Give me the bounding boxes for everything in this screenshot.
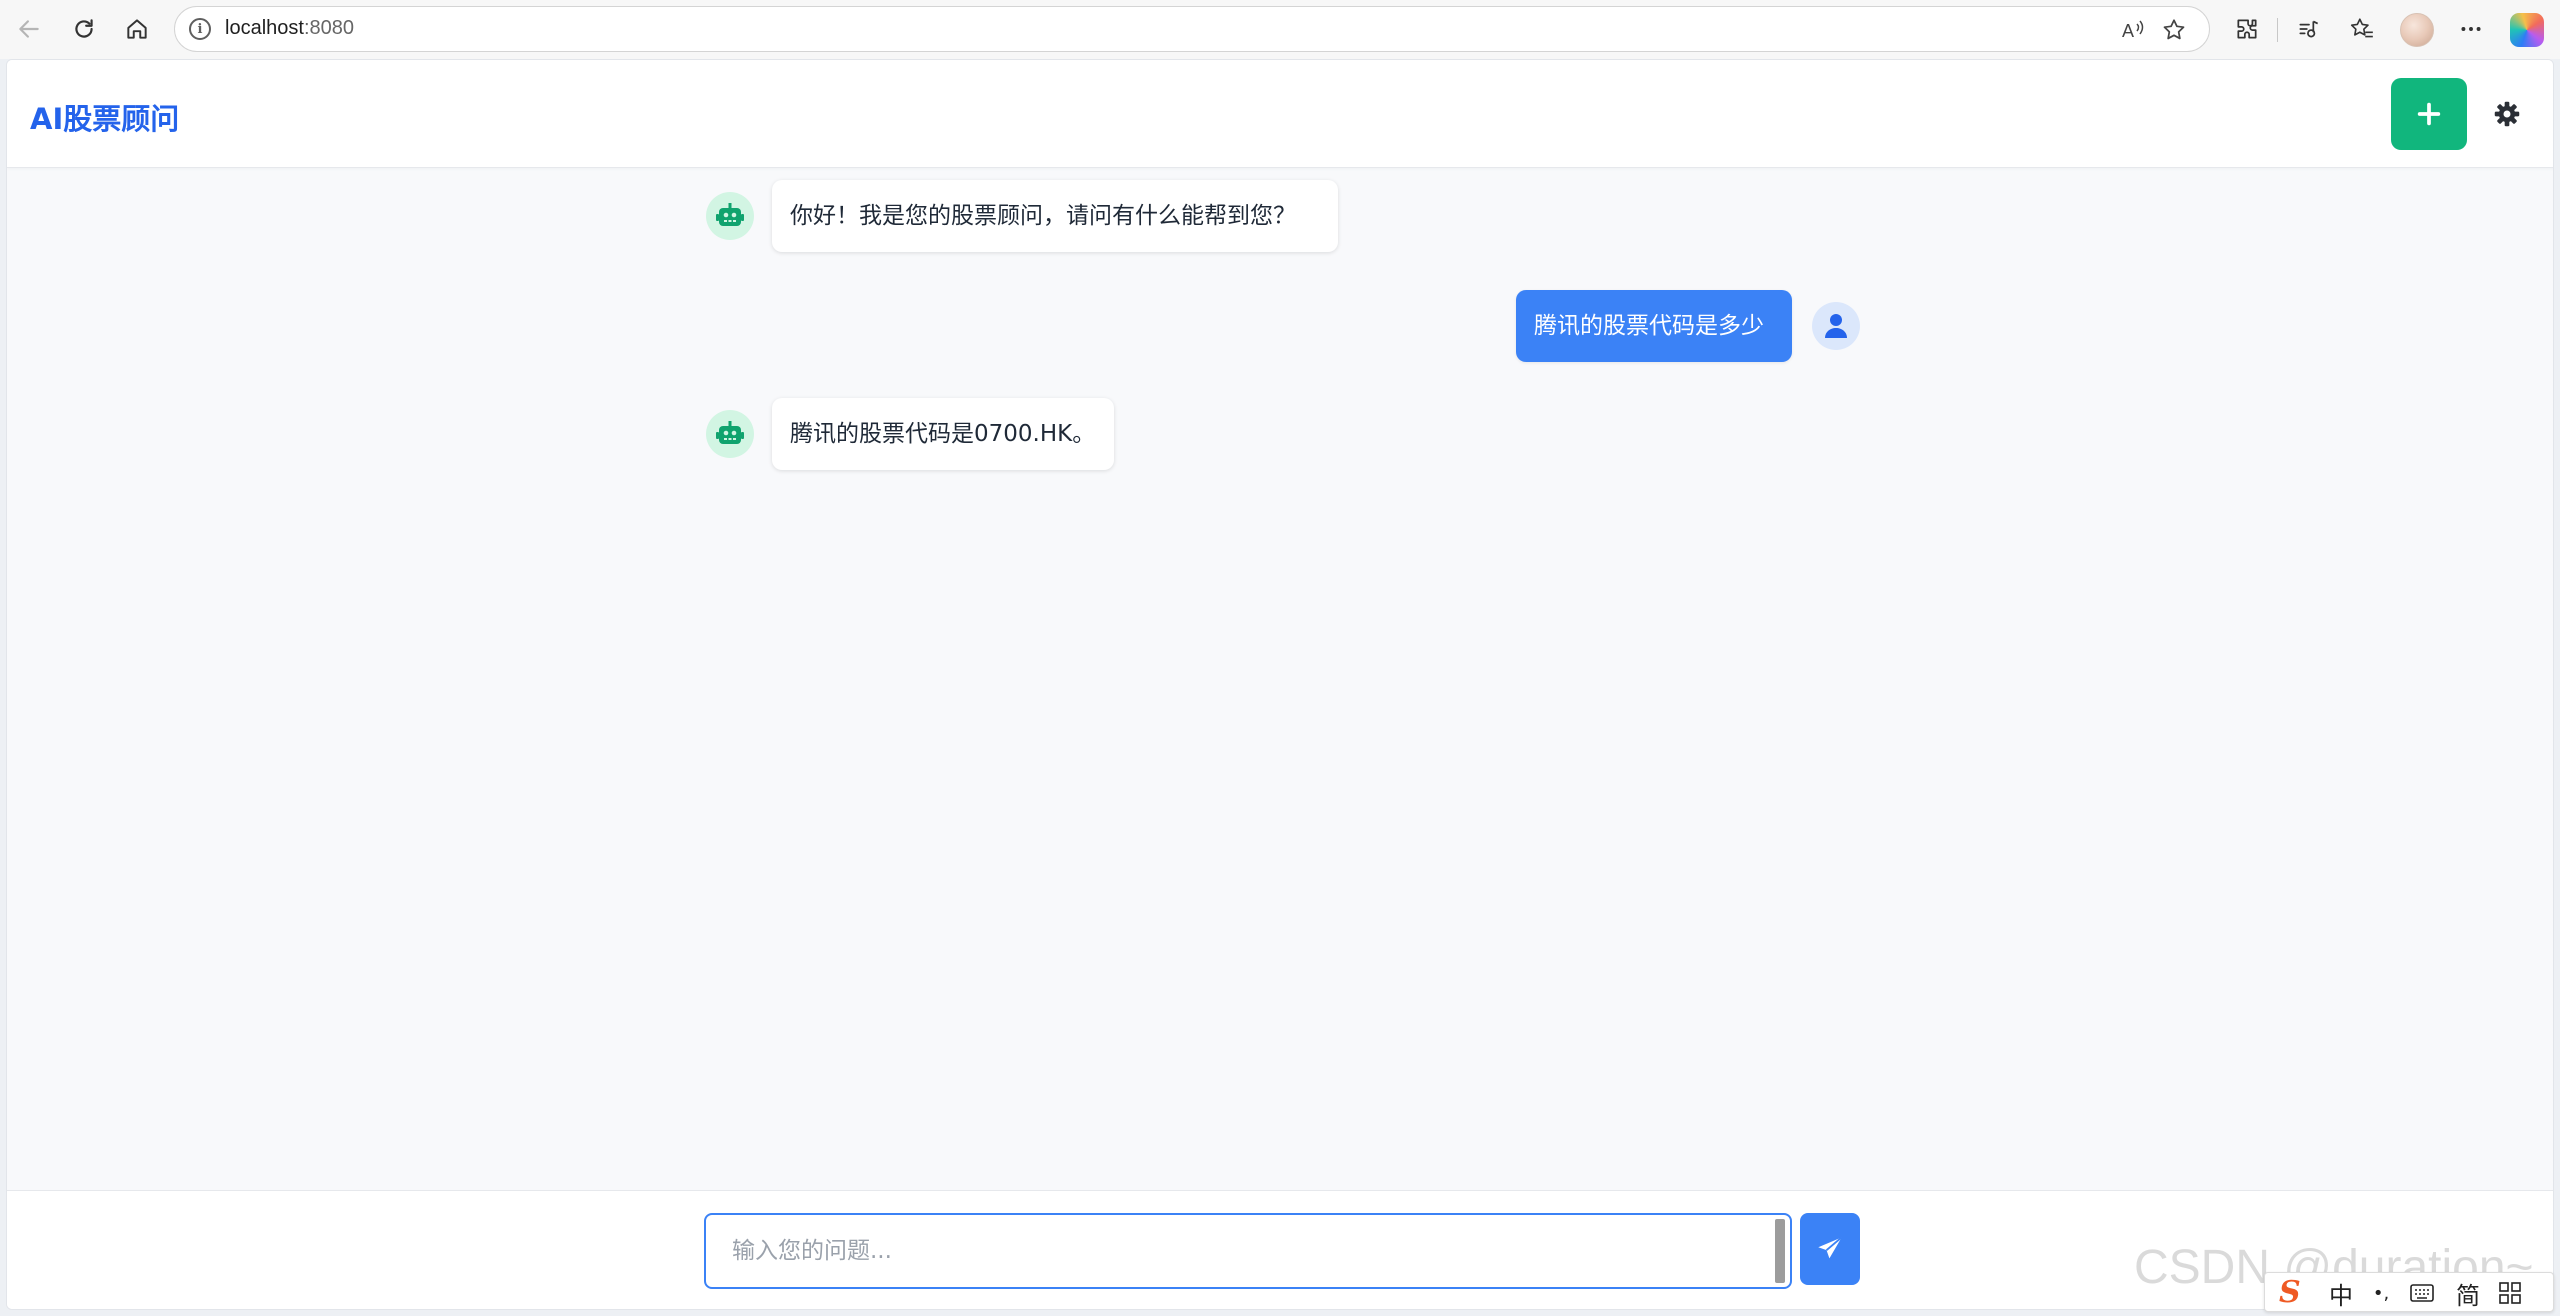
gear-icon [2494, 101, 2520, 127]
ime-menu-button[interactable] [2493, 1277, 2527, 1309]
browser-toolbar: i localhost:8080 A [0, 0, 2560, 59]
input-scrollbar[interactable] [1775, 1219, 1785, 1283]
settings-button[interactable] [2489, 96, 2525, 132]
app-window: AI股票顾问 你好！我是您的股票顾问，请问有什么能帮到您？ 腾讯的股票代码是多少… [6, 59, 2554, 1310]
send-button[interactable] [1800, 1213, 1860, 1285]
robot-icon [716, 421, 744, 444]
svg-text:A: A [2122, 21, 2134, 41]
ime-punctuation[interactable]: •, [2365, 1277, 2397, 1309]
home-button[interactable] [116, 8, 158, 50]
user-avatar [1812, 302, 1860, 350]
reload-button[interactable] [63, 8, 105, 50]
more-button[interactable] [2452, 10, 2490, 48]
media-control-button[interactable] [2290, 10, 2328, 48]
profile-avatar[interactable] [2400, 13, 2434, 47]
address-url[interactable]: localhost:8080 [225, 17, 354, 40]
ime-toolbar[interactable]: S 中 •, 简 [2264, 1272, 2554, 1312]
ime-logo[interactable]: S [2279, 1275, 2301, 1310]
ime-script[interactable]: 简 [2451, 1277, 2485, 1310]
grid-icon [2499, 1282, 2521, 1304]
copilot-icon[interactable] [2510, 13, 2544, 47]
user-message: 腾讯的股票代码是多少 [1516, 290, 1792, 362]
chat-input[interactable] [704, 1213, 1792, 1289]
new-chat-button[interactable] [2391, 78, 2467, 150]
toolbar-separator [2277, 18, 2278, 42]
address-bar[interactable]: i localhost:8080 A [174, 6, 2210, 52]
keyboard-icon [2410, 1284, 2434, 1302]
extensions-button[interactable] [2228, 10, 2266, 48]
favorites-icon [2350, 18, 2373, 38]
media-control-icon [2299, 20, 2319, 38]
favorite-star-icon [2163, 19, 2185, 40]
plus-icon [2417, 102, 2441, 126]
ime-keyboard-button[interactable] [2405, 1277, 2439, 1309]
extensions-icon [2237, 19, 2257, 39]
read-aloud-icon: A [2122, 20, 2144, 41]
favorites-button[interactable] [2343, 10, 2381, 48]
reload-icon [75, 19, 93, 38]
url-port: :8080 [303, 17, 354, 39]
chat-area: 你好！我是您的股票顾问，请问有什么能帮到您？ 腾讯的股票代码是多少 腾讯的股票代… [7, 168, 2553, 1250]
favorite-button[interactable] [2160, 16, 2188, 44]
read-aloud-button[interactable]: A [2120, 16, 2148, 44]
bot-avatar [706, 410, 754, 458]
app-title: AI股票顾问 [30, 102, 180, 136]
user-icon [1825, 314, 1847, 338]
more-icon [2461, 27, 2481, 31]
url-host: localhost [225, 17, 304, 39]
paper-plane-icon [1818, 1236, 1843, 1259]
bot-avatar [706, 192, 754, 240]
home-icon [127, 19, 147, 39]
back-arrow-icon [19, 20, 39, 38]
ime-mode[interactable]: 中 [2325, 1277, 2357, 1310]
robot-icon [716, 203, 744, 226]
back-button[interactable] [8, 8, 50, 50]
bot-message: 你好！我是您的股票顾问，请问有什么能帮到您？ [772, 180, 1338, 252]
info-icon[interactable]: i [189, 18, 211, 40]
app-header: AI股票顾问 [7, 60, 2553, 168]
bot-message: 腾讯的股票代码是0700.HK。 [772, 398, 1114, 470]
